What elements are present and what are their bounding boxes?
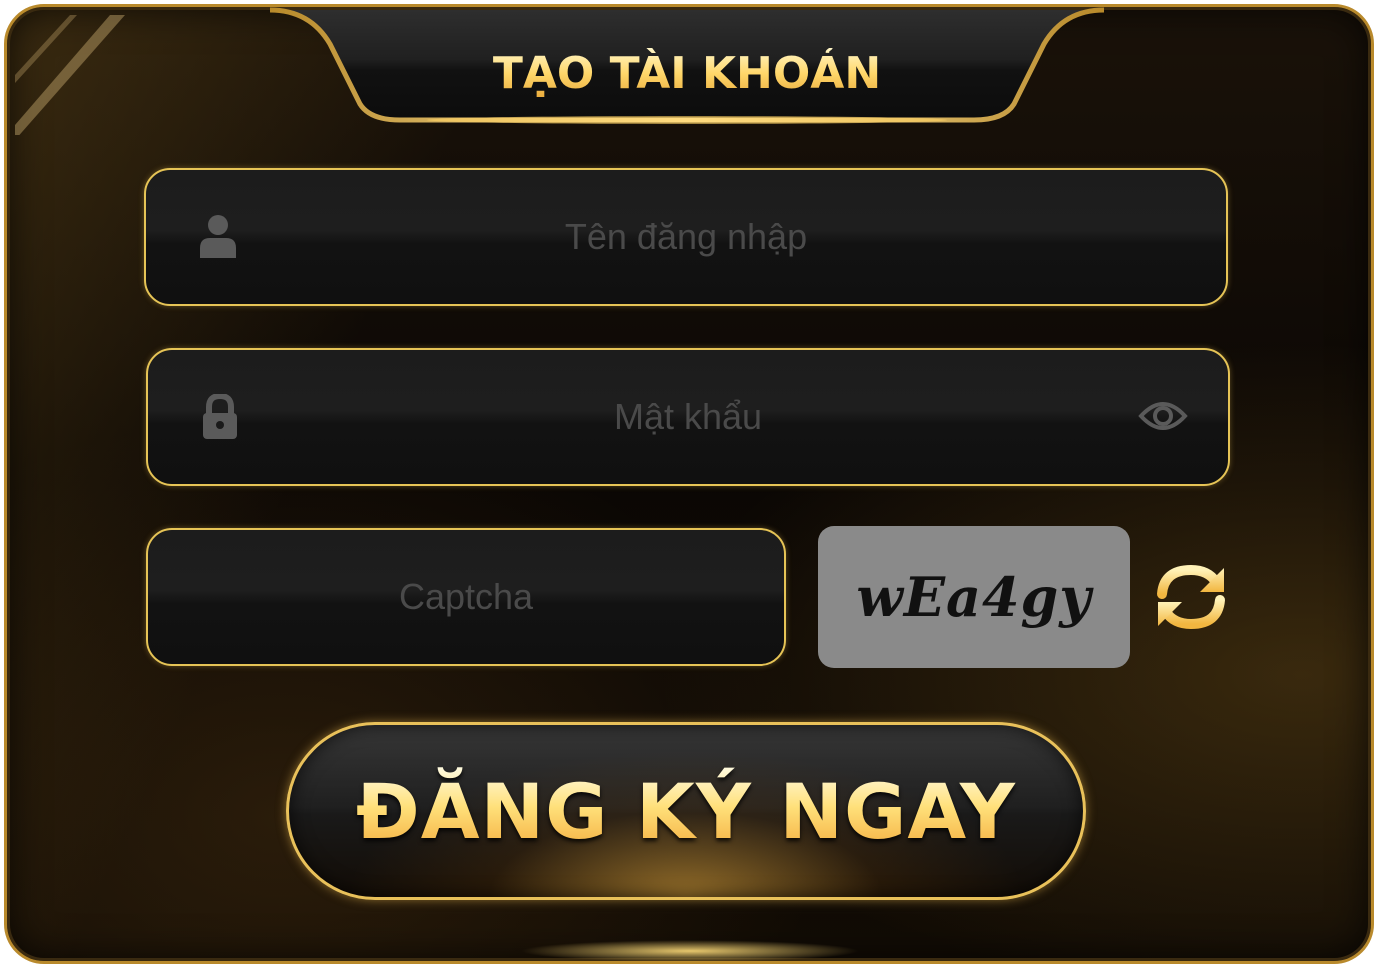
password-field[interactable] <box>146 348 1230 486</box>
username-input[interactable] <box>146 170 1226 304</box>
header-tab: TẠO TÀI KHOẢN <box>270 4 1104 124</box>
refresh-icon[interactable] <box>1154 562 1228 632</box>
password-input[interactable] <box>148 350 1228 484</box>
captcha-image: wEa4gy <box>818 526 1130 668</box>
page-title: TẠO TÀI KHOẢN <box>270 48 1104 99</box>
register-button[interactable]: ĐĂNG KÝ NGAY <box>286 722 1086 900</box>
captcha-field[interactable] <box>146 528 786 666</box>
register-button-label: ĐĂNG KÝ NGAY <box>356 766 1016 856</box>
captcha-input[interactable] <box>148 530 784 664</box>
corner-decoration <box>15 15 125 135</box>
eye-icon[interactable] <box>1138 398 1188 434</box>
username-field[interactable] <box>144 168 1228 306</box>
captcha-code: wEa4gy <box>856 565 1092 629</box>
bottom-glow <box>520 940 860 962</box>
